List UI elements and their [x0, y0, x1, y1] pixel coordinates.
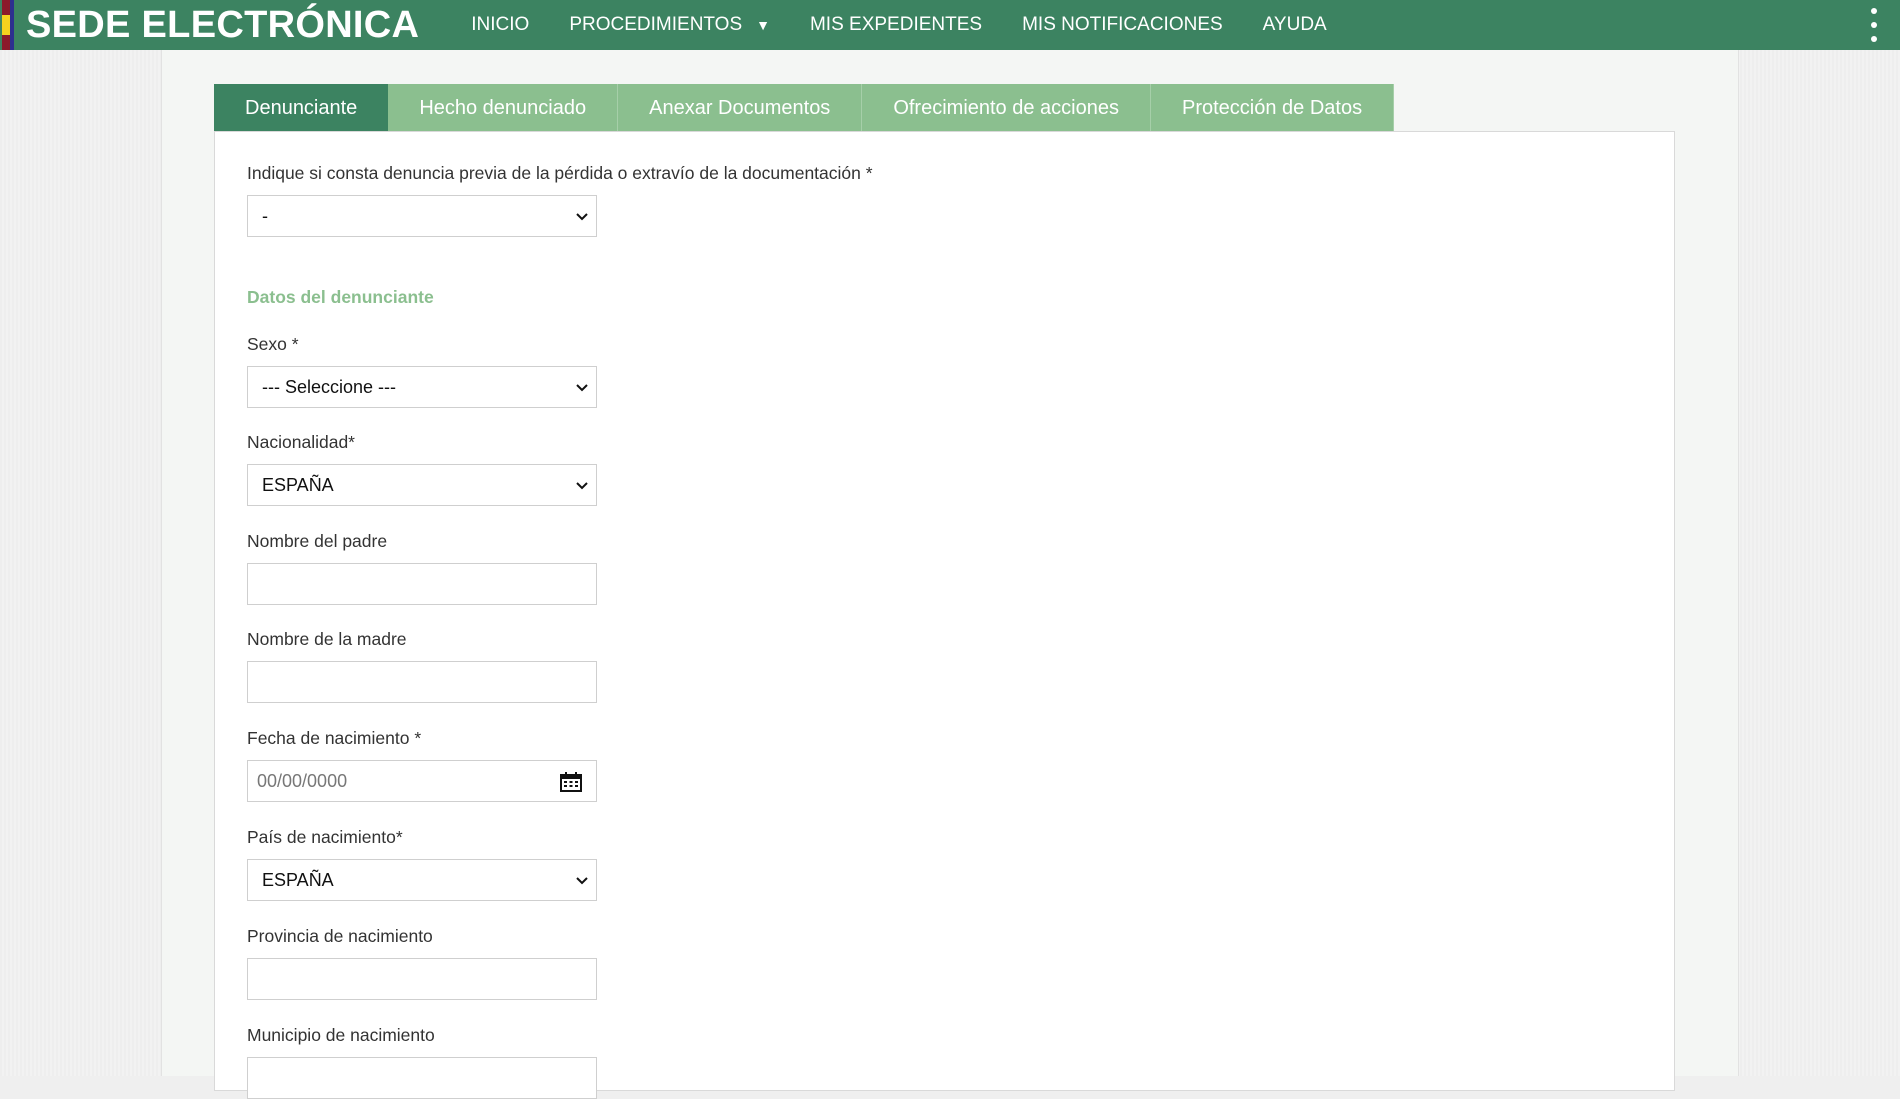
nav-mis-expedientes[interactable]: MIS EXPEDIENTES	[790, 0, 1002, 50]
nombre-madre-input[interactable]	[247, 661, 597, 703]
nav-mis-notificaciones[interactable]: MIS NOTIFICACIONES	[1002, 0, 1243, 50]
main-nav: INICIO PROCEDIMIENTOS ▼ MIS EXPEDIENTES …	[451, 0, 1346, 50]
section-title: Datos del denunciante	[247, 287, 434, 307]
tab-label: Protección de Datos	[1181, 96, 1363, 119]
tab-label: Denunciante	[245, 96, 358, 119]
select-value: ESPAÑA	[262, 869, 334, 890]
site-brand[interactable]: SEDE ELECTRÓNICA	[26, 4, 419, 47]
caret-down-icon: ▼	[756, 17, 770, 33]
nav-label: MIS EXPEDIENTES	[809, 14, 983, 35]
fecha-nacimiento-input[interactable]: 00/00/0000	[247, 760, 597, 802]
select-value: --- Seleccione ---	[262, 376, 397, 397]
form-tabs: Denunciante Hecho denunciado Anexar Docu…	[214, 84, 1395, 132]
main-container: Denunciante Hecho denunciado Anexar Docu…	[161, 50, 1739, 1099]
denuncia-previa-label: Indique si consta denuncia previa de la …	[247, 163, 873, 183]
chevron-down-icon	[576, 213, 588, 221]
nav-ayuda[interactable]: AYUDA	[1243, 0, 1347, 50]
form-panel: Indique si consta denuncia previa de la …	[214, 131, 1675, 1099]
tab-proteccion-datos[interactable]: Protección de Datos	[1150, 84, 1395, 132]
nav-label: INICIO	[471, 14, 530, 35]
sexo-label: Sexo *	[247, 334, 299, 354]
tab-hecho-denunciado[interactable]: Hecho denunciado	[388, 84, 619, 132]
nombre-padre-input[interactable]	[247, 563, 597, 605]
date-placeholder: 00/00/0000	[257, 770, 348, 791]
tab-denunciante[interactable]: Denunciante	[214, 84, 389, 132]
chevron-down-icon	[576, 877, 588, 885]
nacionalidad-select[interactable]: ESPAÑA	[247, 464, 597, 506]
tab-anexar-documentos[interactable]: Anexar Documentos	[618, 84, 863, 132]
nav-inicio[interactable]: INICIO	[451, 0, 549, 50]
nav-label: MIS NOTIFICACIONES	[1022, 14, 1223, 35]
provincia-nacimiento-input[interactable]	[247, 958, 597, 1000]
tab-ofrecimiento-acciones[interactable]: Ofrecimiento de acciones	[862, 84, 1151, 132]
denuncia-previa-select[interactable]: -	[247, 195, 597, 237]
chevron-down-icon	[576, 482, 588, 490]
flag-stripe	[10, 0, 14, 50]
nacionalidad-label: Nacionalidad*	[247, 432, 355, 452]
select-value: ESPAÑA	[262, 474, 334, 495]
calendar-icon[interactable]	[560, 772, 582, 792]
nav-label: PROCEDIMIENTOS	[569, 14, 743, 35]
chevron-down-icon	[576, 384, 588, 392]
nombre-madre-label: Nombre de la madre	[247, 629, 407, 649]
sexo-select[interactable]: --- Seleccione ---	[247, 366, 597, 408]
tab-label: Hecho denunciado	[419, 96, 587, 119]
select-value: -	[262, 205, 268, 226]
municipio-nacimiento-input[interactable]	[247, 1057, 597, 1099]
nav-procedimientos[interactable]: PROCEDIMIENTOS ▼	[549, 0, 790, 50]
nombre-padre-label: Nombre del padre	[247, 531, 388, 551]
pais-nacimiento-label: País de nacimiento*	[247, 827, 403, 847]
more-vertical-icon[interactable]	[1870, 8, 1878, 42]
tab-label: Anexar Documentos	[649, 96, 831, 119]
fecha-nacimiento-label: Fecha de nacimiento *	[247, 728, 422, 748]
tab-label: Ofrecimiento de acciones	[893, 96, 1119, 119]
top-navigation-bar: SEDE ELECTRÓNICA INICIO PROCEDIMIENTOS ▼…	[0, 0, 1900, 50]
pais-nacimiento-select[interactable]: ESPAÑA	[247, 859, 597, 901]
municipio-nacimiento-label: Municipio de nacimiento	[247, 1025, 435, 1045]
provincia-nacimiento-label: Provincia de nacimiento	[247, 926, 433, 946]
nav-label: AYUDA	[1262, 14, 1327, 35]
